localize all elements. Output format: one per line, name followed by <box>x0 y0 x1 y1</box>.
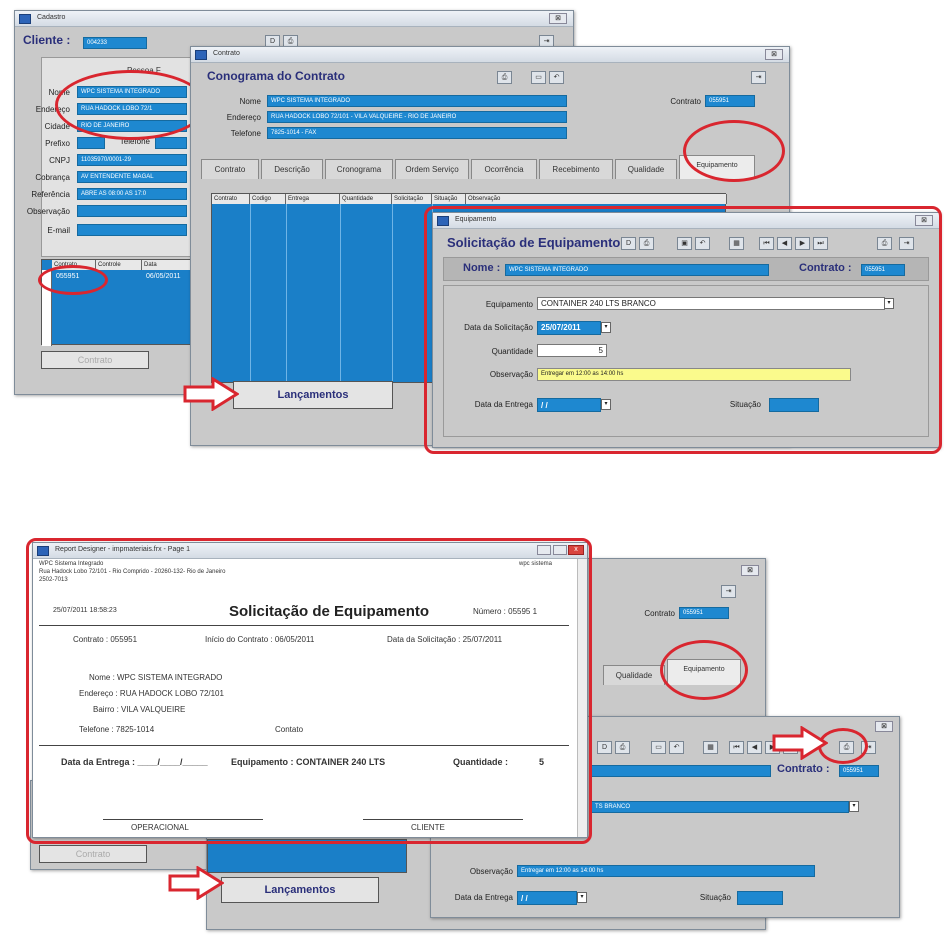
close-icon[interactable]: ⊠ <box>875 721 893 732</box>
grid-header: Observação <box>466 194 727 204</box>
cadastro-titlebar: Cadastro ⊠ <box>15 11 573 27</box>
prev-record-icon[interactable]: ◀ <box>747 741 762 754</box>
exit-icon[interactable]: ⇥ <box>751 71 766 84</box>
observacao-field[interactable] <box>77 205 187 217</box>
grid-header: Situação <box>432 194 466 204</box>
contrato-header: Conograma do Contrato <box>207 69 345 83</box>
contrato-title: Contrato <box>213 50 240 57</box>
tab-descricao[interactable]: Descrição <box>261 159 323 179</box>
contrato-button[interactable]: Contrato <box>39 845 147 863</box>
grid-divider <box>250 204 251 384</box>
contrato-field[interactable]: 055951 <box>679 607 729 619</box>
cliente-field[interactable]: 004233 <box>83 37 147 49</box>
situacao-label: Situação <box>699 893 731 902</box>
equipamento-select[interactable]: TS BRANCO <box>591 801 849 813</box>
highlight-box <box>26 538 592 844</box>
arrow-icon <box>168 866 224 900</box>
cliente-label: Cliente : <box>23 33 71 47</box>
calculator-icon[interactable]: ▦ <box>703 741 718 754</box>
endereco-field[interactable]: RUA HADOCK LOBO 72/101 - VILA VALQUEIRE … <box>267 111 567 123</box>
close-icon[interactable]: ⊠ <box>741 565 759 576</box>
grid-header: Codigo <box>250 194 286 204</box>
prefixo-field[interactable] <box>77 137 105 149</box>
tab-cronograma[interactable]: Cronograma <box>325 159 393 179</box>
highlight-ring <box>660 640 748 700</box>
grid-header: Quantidade <box>340 194 392 204</box>
situacao-field[interactable] <box>737 891 783 905</box>
telefone-field[interactable]: 7825-1014 - FAX <box>267 127 567 139</box>
undo-icon[interactable]: ↶ <box>549 71 564 84</box>
tab-qualidade[interactable]: Qualidade <box>603 665 665 685</box>
chevron-down-icon[interactable]: ▾ <box>849 801 859 812</box>
field-label-cnpj: CNPJ <box>49 156 70 165</box>
chevron-down-icon[interactable]: ▾ <box>577 892 587 903</box>
field-label-prefixo: Prefixo <box>45 139 70 148</box>
new-icon[interactable]: D <box>597 741 612 754</box>
close-icon[interactable]: ⊠ <box>765 49 783 60</box>
field-label-referencia: Referência <box>31 190 70 199</box>
data-entrega-label: Data da Entrega <box>454 893 513 902</box>
exit-icon[interactable]: ⇥ <box>721 585 736 598</box>
grid-divider <box>286 204 287 384</box>
tab-contrato[interactable]: Contrato <box>201 159 259 179</box>
tab-qualidade[interactable]: Qualidade <box>615 159 677 179</box>
save-icon[interactable]: ▭ <box>651 741 666 754</box>
telefone-field[interactable] <box>155 137 187 149</box>
grid-divider <box>340 204 341 384</box>
contrato-titlebar: Contrato ⊠ <box>191 47 789 63</box>
cadastro-title: Cadastro <box>37 14 66 21</box>
referencia-field[interactable]: ABRE AS 08:00 AS 17:0 <box>77 188 187 200</box>
lancamentos-button[interactable]: Lançamentos <box>221 877 379 903</box>
cronograma-grid <box>207 839 407 873</box>
data-entrega-field[interactable]: / / <box>517 891 577 905</box>
lancamentos-button[interactable]: Lançamentos <box>233 381 393 409</box>
grid-header: Data <box>142 260 192 270</box>
telefone-label: Telefone <box>230 129 261 138</box>
first-record-icon[interactable]: ⏮ <box>729 741 744 754</box>
field-label-email: E-mail <box>47 226 70 235</box>
tool-button[interactable]: ⎙ <box>497 71 512 84</box>
observacao-field[interactable]: Entregar em 12:00 as 14:00 hs <box>517 865 815 877</box>
highlight-ring <box>683 120 785 182</box>
contrato-label: Contrato <box>670 97 701 106</box>
nome-label: Nome <box>239 97 261 106</box>
contrato-button[interactable]: Contrato <box>41 351 149 369</box>
tab-recebimento[interactable]: Recebimento <box>539 159 613 179</box>
nome-field[interactable] <box>591 765 771 777</box>
arrow-icon <box>772 726 828 760</box>
contrato-label: Contrato <box>644 609 675 618</box>
grid-header: Controle <box>96 260 142 270</box>
field-label-cobranca: Cobrança <box>35 173 70 182</box>
grid-header: Solicitação <box>392 194 432 204</box>
nome-field[interactable]: WPC SISTEMA INTEGRADO <box>267 95 567 107</box>
observacao-label: Observação <box>469 867 513 876</box>
highlight-box <box>424 206 942 454</box>
contrato-field[interactable]: 055951 <box>839 765 879 777</box>
endereco-label: Endereço <box>226 113 261 122</box>
save-icon[interactable]: ▭ <box>531 71 546 84</box>
close-icon[interactable]: ⊠ <box>549 13 567 24</box>
email-field[interactable] <box>77 224 187 236</box>
grid-header: Contrato <box>212 194 250 204</box>
arrow-icon <box>183 377 239 411</box>
field-label-observacao: Observação <box>26 207 70 216</box>
grid-cell[interactable]: 06/05/2011 <box>146 273 181 280</box>
cnpj-field[interactable]: 11035970/0001-29 <box>77 154 187 166</box>
contrato-label: Contrato : <box>777 763 830 775</box>
highlight-ring <box>55 70 207 140</box>
tab-ocorrencia[interactable]: Ocorrência <box>471 159 537 179</box>
grid-divider <box>392 204 393 384</box>
field-label-cidade: Cidade <box>44 122 70 131</box>
highlight-ring <box>38 265 108 295</box>
tab-ordem-servico[interactable]: Ordem Serviço <box>395 159 469 179</box>
grid-header: Entrega <box>286 194 340 204</box>
contrato-field[interactable]: 055951 <box>705 95 755 107</box>
cobranca-field[interactable]: AV ENTENDENTE MAGAL <box>77 171 187 183</box>
app-icon <box>19 14 31 24</box>
print-icon[interactable]: ⎙ <box>615 741 630 754</box>
undo-icon[interactable]: ↶ <box>669 741 684 754</box>
app-icon <box>195 50 207 60</box>
